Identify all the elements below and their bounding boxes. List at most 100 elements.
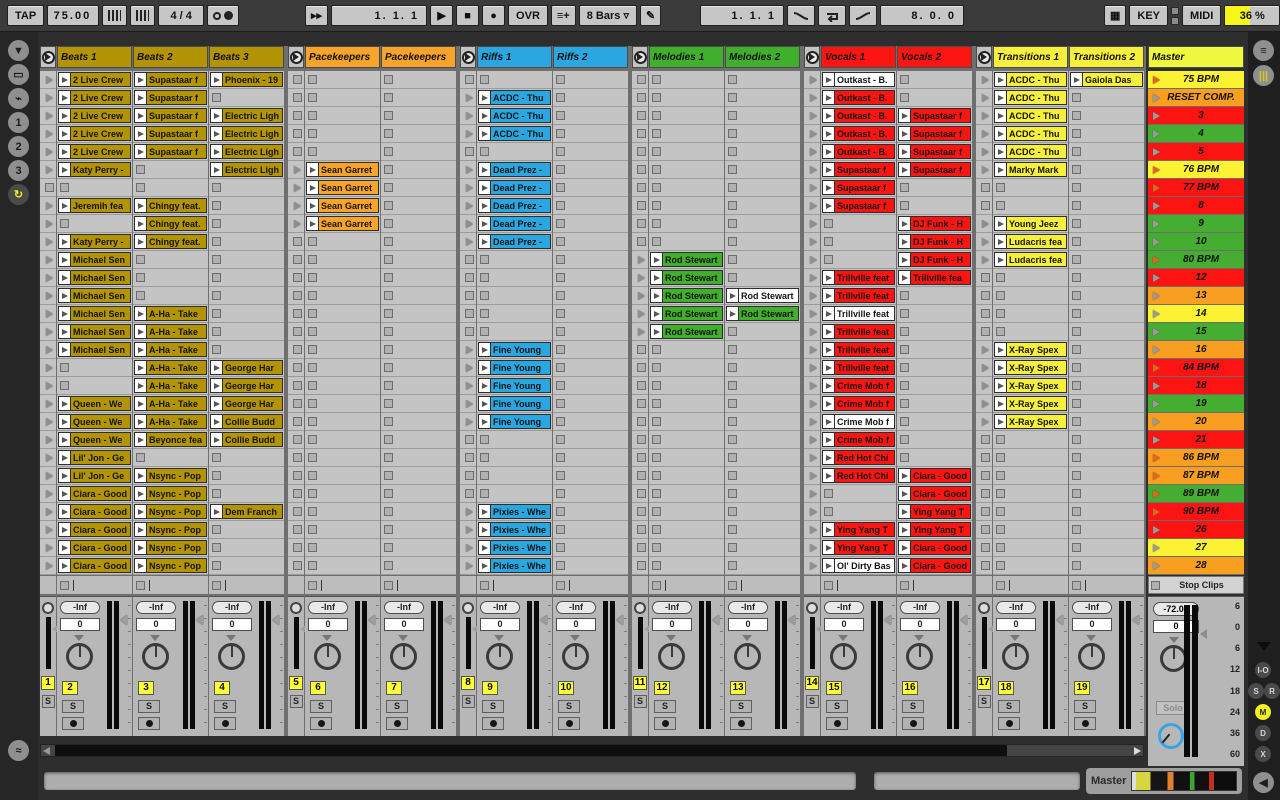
group-scene-slot[interactable] <box>804 251 820 269</box>
clip-play-button[interactable] <box>135 433 147 446</box>
clip-slot[interactable]: Supastaar f <box>821 179 896 197</box>
scene[interactable]: 4 <box>1148 125 1244 143</box>
clip-slot[interactable] <box>305 71 380 89</box>
group-scene-slot[interactable] <box>804 413 820 431</box>
scene[interactable]: 75 BPM <box>1148 71 1244 89</box>
group-pan-knob[interactable] <box>462 602 474 614</box>
scene-play-icon[interactable] <box>1153 274 1160 282</box>
clip-slot[interactable]: Collie Budd <box>209 413 284 431</box>
clip-play-button[interactable] <box>135 109 147 122</box>
clip-stop-square[interactable] <box>212 255 221 264</box>
clip-slot[interactable]: Supastaar f <box>133 89 208 107</box>
clip-slot[interactable] <box>1069 161 1144 179</box>
group-scene-slot[interactable] <box>460 251 476 269</box>
scene-play-icon[interactable] <box>1153 202 1160 210</box>
track-header[interactable]: Melodies 1 <box>649 46 724 68</box>
clip-stop-square[interactable] <box>728 219 737 228</box>
clip-slot[interactable] <box>305 539 380 557</box>
clip-stop-square[interactable] <box>212 489 221 498</box>
clip-slot[interactable] <box>305 287 380 305</box>
group-scene-slot[interactable] <box>40 161 56 179</box>
track-pan-display[interactable]: 0 <box>308 618 348 631</box>
clip-slot[interactable] <box>725 539 800 557</box>
clip-play-button[interactable] <box>59 289 71 302</box>
clip-play-button[interactable] <box>479 397 491 410</box>
clip[interactable]: 2 Live Crew <box>58 72 131 87</box>
clip-stop-square[interactable] <box>652 237 661 246</box>
group-scene-slot[interactable] <box>804 161 820 179</box>
clip-play-button[interactable] <box>135 559 147 572</box>
clip-play-button[interactable] <box>479 541 491 554</box>
clip[interactable]: Trillville fea <box>898 270 971 285</box>
clip-play-button[interactable] <box>899 469 911 482</box>
track-pan-display[interactable]: 0 <box>1072 618 1112 631</box>
clip[interactable]: Supastaar f <box>898 126 971 141</box>
clip[interactable]: Ol' Dirty Bas <box>822 558 895 573</box>
nudge-down-button[interactable] <box>102 5 127 26</box>
clip-slot[interactable]: Ciara - Good <box>57 557 132 575</box>
group-scene-slot[interactable] <box>40 521 56 539</box>
clip[interactable]: Michael Sen <box>58 288 131 303</box>
clip-stop-square[interactable] <box>212 309 221 318</box>
clip-play-button[interactable] <box>59 433 71 446</box>
clip[interactable]: ACDC - Thu <box>478 90 551 105</box>
group-solo-button[interactable]: S <box>462 695 475 708</box>
clip-slot[interactable]: X-Ray Spex <box>993 377 1068 395</box>
clip-stop-square[interactable] <box>1072 201 1081 210</box>
clip-stop-square[interactable] <box>556 489 565 498</box>
clip-stop-square[interactable] <box>900 417 909 426</box>
clip-stop-square[interactable] <box>728 525 737 534</box>
clip-stop-square[interactable] <box>728 273 737 282</box>
clip-stop-square[interactable] <box>556 219 565 228</box>
overdub-button[interactable]: OVR <box>508 5 548 26</box>
clip-slot[interactable]: Crime Mob f <box>821 431 896 449</box>
show-track-delay-toggle[interactable]: D <box>1255 725 1271 741</box>
clip[interactable]: Michael Sen <box>58 252 131 267</box>
punch-in-button[interactable] <box>787 5 815 26</box>
volume-handle-icon[interactable] <box>444 615 451 625</box>
clip-play-button[interactable] <box>995 397 1007 410</box>
clip-play-button[interactable] <box>59 397 71 410</box>
clip-stop-square[interactable] <box>384 219 393 228</box>
scene-play-icon[interactable] <box>1153 310 1160 318</box>
clip-play-button[interactable] <box>995 217 1007 230</box>
clip-slot[interactable] <box>1069 287 1144 305</box>
scene-play-icon[interactable] <box>1153 436 1160 444</box>
clip-slot[interactable] <box>133 161 208 179</box>
clip-slot[interactable] <box>897 449 972 467</box>
clip-slot[interactable]: 2 Live Crew <box>57 89 132 107</box>
group-scene-slot[interactable] <box>460 89 476 107</box>
clip-play-button[interactable] <box>479 163 491 176</box>
clip-stop-square[interactable] <box>308 345 317 354</box>
clip-play-button[interactable] <box>899 523 911 536</box>
clip-stop-square[interactable] <box>1072 237 1081 246</box>
clip-slot[interactable]: Ying Yang T <box>897 503 972 521</box>
clip-slot[interactable] <box>477 269 552 287</box>
browser-collapse-icon[interactable]: ▼ <box>8 40 29 61</box>
hot-swap-icon[interactable]: ↻ <box>8 184 29 205</box>
clip-slot[interactable] <box>553 287 628 305</box>
clip-slot[interactable]: 2 Live Crew <box>57 71 132 89</box>
clip-slot[interactable] <box>381 143 456 161</box>
clip[interactable]: George Har <box>210 396 283 411</box>
clip-play-button[interactable] <box>59 505 71 518</box>
clip-slot[interactable] <box>993 521 1068 539</box>
clip-stop-square[interactable] <box>384 543 393 552</box>
scene-play-icon[interactable] <box>1153 184 1160 192</box>
clip-slot[interactable] <box>725 161 800 179</box>
clip-stop-square[interactable] <box>556 471 565 480</box>
clip-slot[interactable] <box>381 179 456 197</box>
clip-slot[interactable] <box>553 377 628 395</box>
track-stop-square[interactable] <box>384 581 393 590</box>
clip-stop-square[interactable] <box>136 291 145 300</box>
clip-stop-square[interactable] <box>384 147 393 156</box>
clip-slot[interactable] <box>993 449 1068 467</box>
group-scene-slot[interactable] <box>40 215 56 233</box>
clip-slot[interactable] <box>725 341 800 359</box>
track-volume-display[interactable]: -Inf <box>308 601 348 614</box>
group-scene-slot[interactable] <box>804 125 820 143</box>
clip[interactable]: Ying Yang T <box>822 540 895 555</box>
clip-slot[interactable] <box>209 179 284 197</box>
clip-slot[interactable]: 2 Live Crew <box>57 125 132 143</box>
clip[interactable]: A-Ha - Take <box>134 324 207 339</box>
